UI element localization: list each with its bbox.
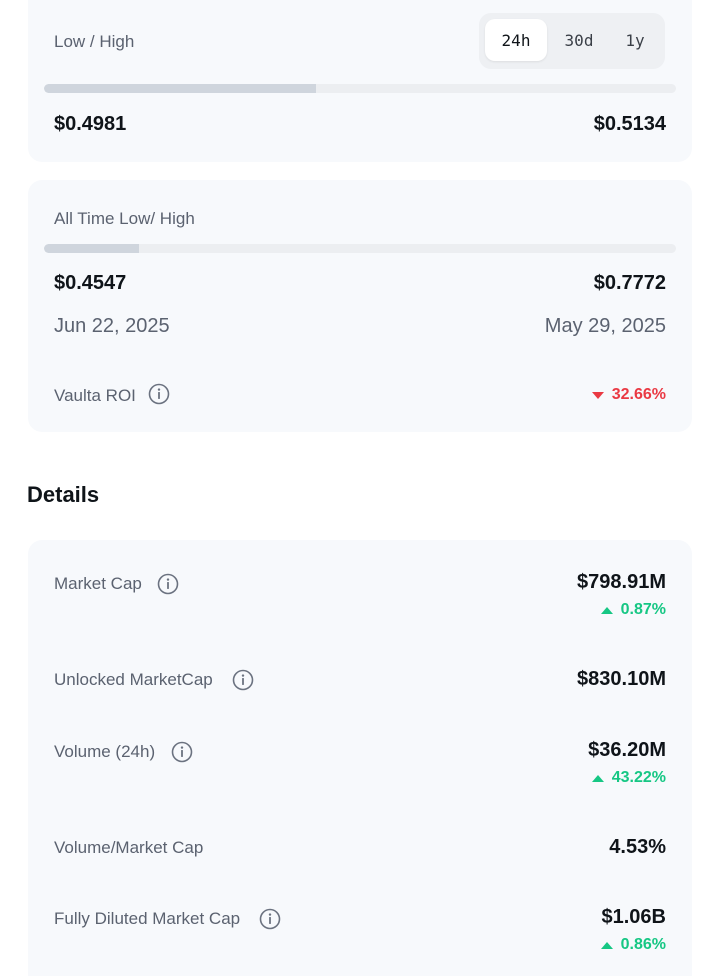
- all-time-low-date: Jun 22, 2025: [54, 315, 170, 337]
- fdv-value: $1.06B: [601, 906, 667, 928]
- unlocked-market-cap-label: Unlocked MarketCap: [54, 670, 213, 689]
- period-30d-button[interactable]: 30d: [549, 19, 609, 61]
- roi-value: 32.66%: [611, 386, 666, 403]
- fdv-change-value: 0.86%: [620, 936, 666, 953]
- low-high-label: Low / High: [54, 32, 135, 51]
- info-circle-icon[interactable]: [171, 741, 193, 763]
- all-time-card: All Time Low/ High $0.4547 $0.7772 Jun 2…: [28, 180, 692, 432]
- volume-market-cap-value: 4.53%: [609, 836, 666, 858]
- all-time-high-value: $0.7772: [593, 272, 666, 294]
- period-toggle: 24h 30d 1y: [479, 13, 665, 69]
- triangle-down-icon: [591, 391, 604, 399]
- info-circle-icon[interactable]: [259, 908, 281, 930]
- low-high-range-fill: [44, 84, 316, 93]
- period-24h-button[interactable]: 24h: [485, 19, 547, 61]
- triangle-up-icon: [591, 774, 604, 782]
- low-high-card: Low / High 24h 30d 1y $0.4981 $0.5134: [28, 0, 692, 162]
- volume-change-value: 43.22%: [611, 769, 666, 786]
- info-circle-icon[interactable]: [232, 669, 254, 691]
- info-circle-icon[interactable]: [148, 383, 170, 405]
- market-cap-label: Market Cap: [54, 574, 142, 593]
- volume-change: 43.22%: [591, 769, 666, 787]
- market-cap-change-value: 0.87%: [620, 601, 666, 618]
- low-value: $0.4981: [54, 113, 127, 135]
- details-heading: Details: [27, 482, 100, 507]
- all-time-low-value: $0.4547: [54, 272, 127, 294]
- roi-label: Vaulta ROI: [54, 386, 136, 405]
- low-high-range-bar: [44, 84, 676, 93]
- period-1y-button[interactable]: 1y: [611, 19, 659, 61]
- all-time-range-fill: [44, 244, 139, 253]
- all-time-label: All Time Low/ High: [54, 209, 195, 228]
- market-cap-value: $798.91M: [577, 571, 666, 593]
- fdv-change: 0.86%: [600, 936, 666, 954]
- details-card: Market Cap $798.91M 0.87% Unlocked Marke…: [28, 540, 692, 976]
- volume-value: $36.20M: [588, 739, 666, 761]
- high-value: $0.5134: [593, 113, 666, 135]
- all-time-high-date: May 29, 2025: [544, 315, 666, 337]
- triangle-up-icon: [600, 941, 613, 949]
- roi-change: 32.66%: [591, 386, 666, 404]
- fdv-label: Fully Diluted Market Cap: [54, 909, 241, 928]
- volume-label: Volume (24h): [54, 742, 156, 761]
- all-time-range-bar: [44, 244, 676, 253]
- volume-market-cap-label: Volume/Market Cap: [54, 838, 204, 857]
- market-cap-change: 0.87%: [600, 601, 666, 619]
- triangle-up-icon: [600, 606, 613, 614]
- info-circle-icon[interactable]: [157, 573, 179, 595]
- unlocked-market-cap-value: $830.10M: [577, 668, 666, 690]
